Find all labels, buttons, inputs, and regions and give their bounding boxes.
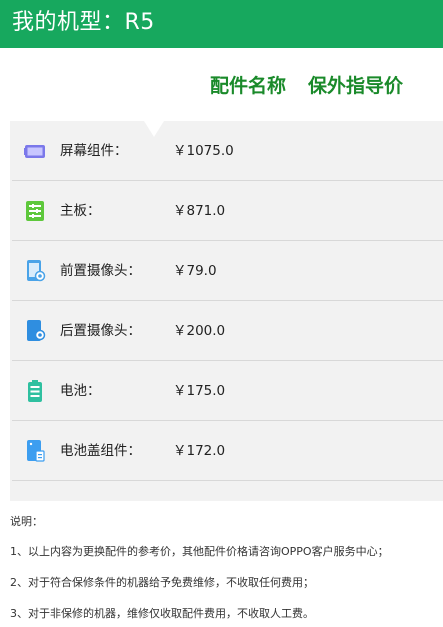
app-header: 我的机型：R5 xyxy=(0,0,443,48)
battery-icon xyxy=(24,380,46,402)
part-name: 电池盖组件： xyxy=(60,443,141,459)
row-divider xyxy=(12,480,443,481)
part-row-battery: 电池： ￥175.0 xyxy=(10,361,443,421)
part-price: ￥200.0 xyxy=(173,323,226,339)
part-price: ￥871.0 xyxy=(173,203,226,219)
part-name: 电池： xyxy=(60,383,101,399)
part-row-screen: 屏幕组件： ￥1075.0 xyxy=(10,121,443,181)
note-item: 1、以上内容为更换配件的参考价，其他配件价格请咨询OPPO客户服务中心； xyxy=(10,545,389,558)
part-price: ￥175.0 xyxy=(173,383,226,399)
column-header-part-name: 配件名称 xyxy=(209,75,286,97)
part-name: 屏幕组件： xyxy=(60,143,128,159)
column-header-price: 保外指导价 xyxy=(307,75,403,97)
part-price: ￥1075.0 xyxy=(173,143,234,159)
note-item: 2、对于符合保修条件的机器给予免费维修，不收取任何费用； xyxy=(10,576,314,589)
part-name: 前置摄像头： xyxy=(60,263,141,279)
part-price: ￥172.0 xyxy=(173,443,226,459)
part-row-mainboard: 主板： ￥871.0 xyxy=(10,181,443,241)
part-row-rear-camera: 后置摄像头： ￥200.0 xyxy=(10,301,443,361)
part-name: 后置摄像头： xyxy=(60,323,141,339)
note-item: 3、对于非保修的机器，维修仅收取配件费用，不收取人工费。 xyxy=(10,607,314,620)
part-row-front-camera: 前置摄像头： ￥79.0 xyxy=(10,241,443,301)
battery-cover-icon xyxy=(24,440,46,462)
part-row-battery-cover: 电池盖组件： ￥172.0 xyxy=(10,421,443,481)
column-headers: 配件名称 保外指导价 xyxy=(210,71,403,101)
part-name: 主板： xyxy=(60,203,101,219)
part-price: ￥79.0 xyxy=(173,263,217,279)
page-title: 我的机型：R5 xyxy=(12,10,155,35)
parts-price-list: 屏幕组件： ￥1075.0 主板： ￥871.0 前置摄像头： ￥79.0 后置… xyxy=(10,121,443,501)
front-camera-icon xyxy=(24,260,46,282)
notes-title: 说明： xyxy=(10,515,43,528)
mainboard-icon xyxy=(24,200,46,222)
rear-camera-icon xyxy=(24,320,46,342)
screen-icon xyxy=(24,140,46,162)
